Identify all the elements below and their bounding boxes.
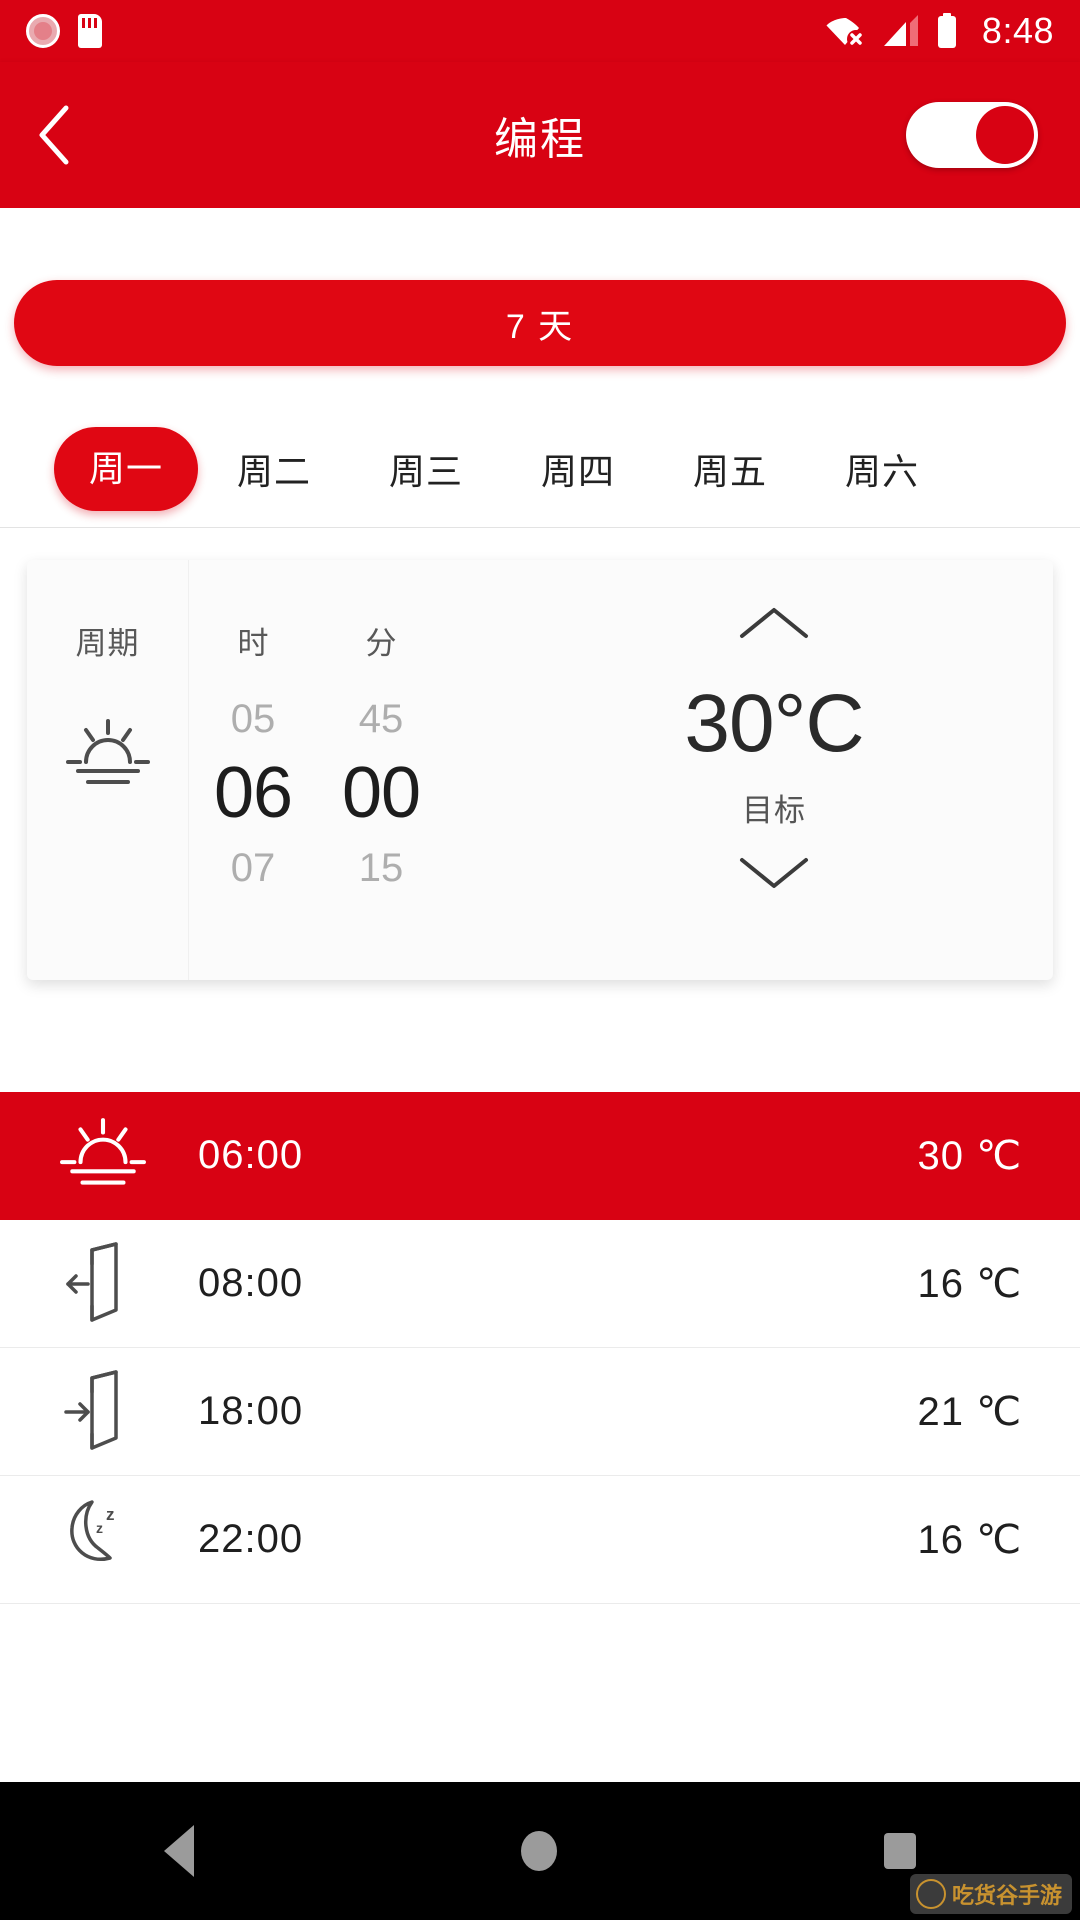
- sunrise-icon[interactable]: [64, 719, 152, 798]
- sun-status-icon: [26, 14, 60, 48]
- schedule-row-leave[interactable]: 08:00 16 ℃: [0, 1220, 1080, 1348]
- wifi-off-icon: [826, 18, 865, 48]
- schedule-row-temp: 30 ℃: [917, 1133, 1022, 1178]
- day-tab-label: 周四: [540, 450, 615, 492]
- status-bar-right-icons: 8:48: [826, 10, 1054, 52]
- schedule-list: 06:00 30 ℃ 08:00 16 ℃ 18:00 21 ℃ z z 22:…: [0, 1092, 1080, 1604]
- schedule-row-temp: 16 ℃: [917, 1517, 1022, 1562]
- hour-selected-value: 06: [213, 753, 293, 833]
- schedule-editor-card: 周期 时 05 06 07 分 45 00 15 30°C 目标: [27, 560, 1053, 980]
- mode-button-label: 7 天: [505, 307, 575, 346]
- minute-selected-value: 00: [341, 753, 421, 833]
- app-bar: 编程: [0, 62, 1080, 208]
- sd-card-icon: [78, 14, 102, 48]
- cellular-signal-icon: [883, 15, 918, 46]
- target-temperature-value: 30°C: [684, 678, 864, 769]
- watermark: 吃货谷手游: [909, 1874, 1072, 1914]
- cycle-header: 周期: [75, 626, 140, 661]
- day-tab-label: 周二: [236, 450, 311, 492]
- target-temperature-column: 30°C 目标: [495, 560, 1053, 980]
- status-bar-clock: 8:48: [981, 10, 1054, 51]
- schedule-row-temp: 16 ℃: [917, 1261, 1022, 1306]
- day-tab-tue[interactable]: 周二: [198, 443, 350, 495]
- door-leave-icon: [58, 1241, 176, 1326]
- nav-recent-icon[interactable]: [884, 1833, 917, 1869]
- day-tab-label: 周五: [692, 450, 767, 492]
- hour-prev-value[interactable]: 05: [231, 697, 276, 742]
- phone-screen: 8:48 编程 7 天 周一 周二 周三 周四 周五 周六 周期 时 05 06…: [0, 0, 1080, 1920]
- hour-header: 时: [237, 626, 269, 661]
- schedule-row-temp: 21 ℃: [917, 1389, 1022, 1434]
- hour-next-value[interactable]: 07: [231, 846, 276, 891]
- chevron-up-icon: [740, 608, 808, 638]
- schedule-row-time: 06:00: [198, 1133, 304, 1177]
- day-tab-label: 周一: [88, 447, 163, 489]
- svg-text:z: z: [96, 1520, 103, 1536]
- minute-wheel[interactable]: 分 45 00 15: [317, 560, 445, 980]
- nav-home-icon[interactable]: [520, 1831, 557, 1871]
- schedule-row-time: 08:00: [198, 1261, 304, 1305]
- day-tab-label: 周三: [388, 450, 463, 492]
- chevron-left-icon: [39, 105, 69, 165]
- chevron-down-icon: [740, 858, 808, 888]
- sunrise-icon: [58, 1117, 176, 1194]
- day-tab-mon[interactable]: 周一: [54, 426, 198, 511]
- status-bar-left-icons: [26, 14, 102, 48]
- minute-header: 分: [365, 626, 397, 661]
- schedule-row-time: 22:00: [198, 1517, 304, 1561]
- schedule-row-morning[interactable]: 06:00 30 ℃: [0, 1092, 1080, 1220]
- nav-back-icon[interactable]: [163, 1825, 194, 1877]
- schedule-row-return[interactable]: 18:00 21 ℃: [0, 1348, 1080, 1476]
- temperature-increase-button[interactable]: [736, 604, 812, 649]
- moon-sleep-icon: z z: [58, 1498, 176, 1582]
- minute-prev-value[interactable]: 45: [359, 697, 404, 742]
- svg-text:z: z: [106, 1505, 115, 1524]
- day-tab-label: 周六: [844, 450, 919, 492]
- minute-next-value[interactable]: 15: [359, 846, 404, 891]
- watermark-text: 吃货谷手游: [951, 1883, 1062, 1908]
- day-tabs[interactable]: 周一 周二 周三 周四 周五 周六: [0, 410, 1080, 528]
- program-enable-toggle[interactable]: [906, 102, 1038, 168]
- toggle-knob: [976, 106, 1034, 164]
- schedule-row-sleep[interactable]: z z 22:00 16 ℃: [0, 1476, 1080, 1604]
- day-tab-fri[interactable]: 周五: [654, 443, 806, 495]
- main-content: 7 天 周一 周二 周三 周四 周五 周六 周期 时 05 06 07 分 45…: [0, 208, 1080, 1782]
- watermark-face-icon: [915, 1879, 946, 1909]
- cycle-column: 周期: [27, 560, 189, 980]
- temperature-decrease-button[interactable]: [736, 852, 812, 897]
- hour-wheel[interactable]: 时 05 06 07: [189, 560, 317, 980]
- picker-spacer: [445, 560, 495, 980]
- schedule-row-time: 18:00: [198, 1389, 304, 1433]
- back-button[interactable]: [0, 62, 110, 208]
- battery-icon: [937, 13, 956, 48]
- day-tab-wed[interactable]: 周三: [350, 443, 502, 495]
- day-tab-sat[interactable]: 周六: [806, 443, 958, 495]
- target-temperature-label: 目标: [742, 793, 806, 828]
- android-navigation-bar: 吃货谷手游: [0, 1782, 1080, 1920]
- door-return-icon: [58, 1369, 176, 1454]
- status-bar: 8:48: [0, 0, 1080, 62]
- day-tab-thu[interactable]: 周四: [502, 443, 654, 495]
- mode-button-7days[interactable]: 7 天: [14, 280, 1066, 366]
